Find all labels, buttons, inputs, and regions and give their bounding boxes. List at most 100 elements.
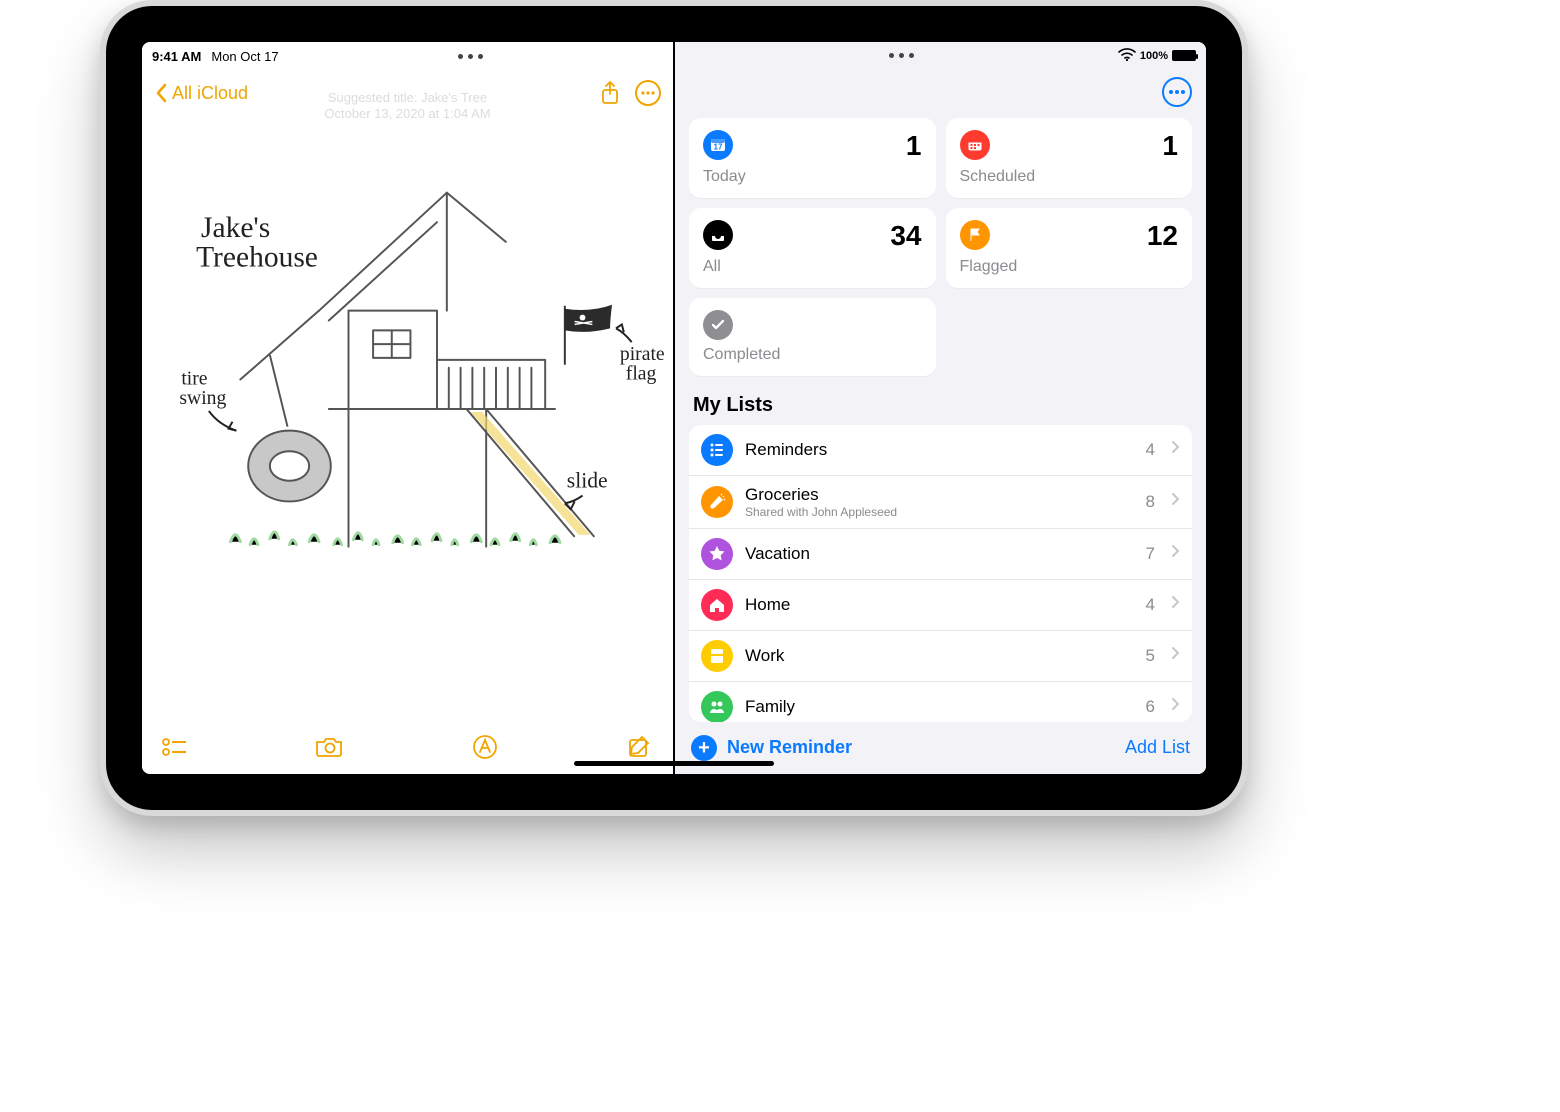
smart-list-scheduled[interactable]: 1 Scheduled — [946, 118, 1193, 198]
list-item[interactable]: Home 4 — [689, 579, 1192, 630]
smart-list-title: All — [703, 258, 922, 276]
more-button[interactable] — [635, 80, 661, 106]
camera-button[interactable] — [315, 732, 345, 762]
add-list-button[interactable]: Add List — [1125, 737, 1190, 758]
markup-icon — [472, 734, 498, 760]
list-name: Reminders — [745, 440, 1134, 460]
ipad-screen: 9:41 AM Mon Oct 17 All iCloud — [142, 42, 1206, 774]
smart-list-title: Flagged — [960, 258, 1179, 276]
list-name: Groceries — [745, 485, 1134, 505]
smart-list-count: 34 — [890, 220, 921, 252]
reminders-toolbar: + New Reminder Add List — [675, 722, 1206, 774]
status-bar-left: 9:41 AM Mon Oct 17 — [142, 42, 673, 68]
list-name: Vacation — [745, 544, 1134, 564]
reminders-app-pane: 100% 17 — [675, 42, 1206, 774]
wifi-icon — [1118, 48, 1136, 64]
list-count: 5 — [1146, 646, 1155, 666]
chevron-right-icon — [1171, 440, 1180, 459]
list-item[interactable]: Work 5 — [689, 630, 1192, 681]
notes-nav-bar: All iCloud — [142, 68, 673, 114]
back-button[interactable]: All iCloud — [154, 83, 248, 104]
list-subtitle: Shared with John Appleseed — [745, 505, 1134, 519]
list-name: Family — [745, 697, 1134, 717]
home-indicator[interactable] — [574, 761, 774, 766]
plus-circle-icon: + — [691, 735, 717, 761]
sketch-title-text: Jake's — [201, 212, 270, 244]
smart-list-count: 1 — [1162, 130, 1178, 162]
ellipsis-icon — [641, 91, 655, 95]
more-button[interactable] — [1162, 77, 1192, 107]
list-name: Work — [745, 646, 1134, 666]
list-item[interactable]: Vacation 7 — [689, 528, 1192, 579]
checklist-button[interactable] — [160, 732, 190, 762]
calendar-icon — [960, 130, 990, 160]
smart-list-flagged[interactable]: 12 Flagged — [946, 208, 1193, 288]
battery-percent: 100% — [1140, 50, 1168, 62]
my-lists: Reminders 4 GroceriesShared with John Appl… — [689, 425, 1192, 722]
list-item-labels: Work — [745, 646, 1134, 666]
share-icon — [600, 81, 620, 105]
checklist-icon — [162, 737, 188, 757]
flag-icon — [960, 220, 990, 250]
status-bar-right: 100% — [675, 42, 1206, 67]
list-item[interactable]: Family 6 — [689, 681, 1192, 722]
status-time: 9:41 AM — [152, 49, 201, 64]
status-date: Mon Oct 17 — [211, 49, 278, 64]
multitask-dots-icon[interactable] — [458, 54, 483, 59]
calendar-today-icon: 17 — [703, 130, 733, 160]
smart-list-title: Completed — [703, 346, 922, 364]
smart-list-title: Today — [703, 168, 922, 186]
markup-button[interactable] — [470, 732, 500, 762]
smart-list-count: 1 — [906, 130, 922, 162]
back-label: All iCloud — [172, 83, 248, 104]
battery-indicator: 100% — [1140, 50, 1196, 62]
chevron-right-icon — [1171, 492, 1180, 511]
list-item-labels: GroceriesShared with John Appleseed — [745, 485, 1134, 519]
list-icon — [701, 434, 733, 466]
smart-list-today[interactable]: 17 1 Today — [689, 118, 936, 198]
new-reminder-button[interactable]: + New Reminder — [691, 735, 852, 761]
list-count: 8 — [1146, 492, 1155, 512]
book-icon — [701, 640, 733, 672]
list-item-labels: Family — [745, 697, 1134, 717]
svg-text:slide: slide — [567, 469, 608, 493]
list-count: 6 — [1146, 697, 1155, 717]
battery-icon — [1172, 50, 1196, 61]
notes-app-pane: 9:41 AM Mon Oct 17 All iCloud — [142, 42, 673, 774]
chevron-right-icon — [1171, 646, 1180, 665]
svg-text:flag: flag — [626, 363, 657, 385]
list-count: 4 — [1146, 440, 1155, 460]
svg-text:17: 17 — [714, 142, 723, 151]
list-count: 4 — [1146, 595, 1155, 615]
chevron-right-icon — [1171, 595, 1180, 614]
checkmark-circle-icon — [703, 310, 733, 340]
carrot-icon — [701, 486, 733, 518]
list-count: 7 — [1146, 544, 1155, 564]
share-button[interactable] — [595, 78, 625, 108]
star-icon — [701, 538, 733, 570]
list-item-labels: Reminders — [745, 440, 1134, 460]
list-item-labels: Vacation — [745, 544, 1134, 564]
reminders-nav-bar — [675, 67, 1206, 112]
svg-text:swing: swing — [179, 387, 226, 409]
list-item[interactable]: Reminders 4 — [689, 425, 1192, 475]
people-icon — [701, 691, 733, 722]
list-item-labels: Home — [745, 595, 1134, 615]
multitask-dots-icon[interactable] — [889, 53, 914, 58]
tray-icon — [703, 220, 733, 250]
smart-list-all[interactable]: 34 All — [689, 208, 936, 288]
compose-icon — [627, 734, 653, 760]
svg-text:Treehouse: Treehouse — [196, 241, 318, 273]
list-name: Home — [745, 595, 1134, 615]
compose-button[interactable] — [625, 732, 655, 762]
smart-list-count: 12 — [1147, 220, 1178, 252]
chevron-left-icon — [154, 83, 168, 103]
note-canvas[interactable]: Jake's Treehouse tire swing pirate flag — [142, 114, 673, 720]
new-reminder-label: New Reminder — [727, 737, 852, 758]
smart-list-title: Scheduled — [960, 168, 1179, 186]
chevron-right-icon — [1171, 544, 1180, 563]
smart-list-completed[interactable]: Completed — [689, 298, 936, 376]
list-item[interactable]: GroceriesShared with John Appleseed 8 — [689, 475, 1192, 528]
chevron-right-icon — [1171, 697, 1180, 716]
ipad-device-frame: 9:41 AM Mon Oct 17 All iCloud — [100, 0, 1248, 816]
